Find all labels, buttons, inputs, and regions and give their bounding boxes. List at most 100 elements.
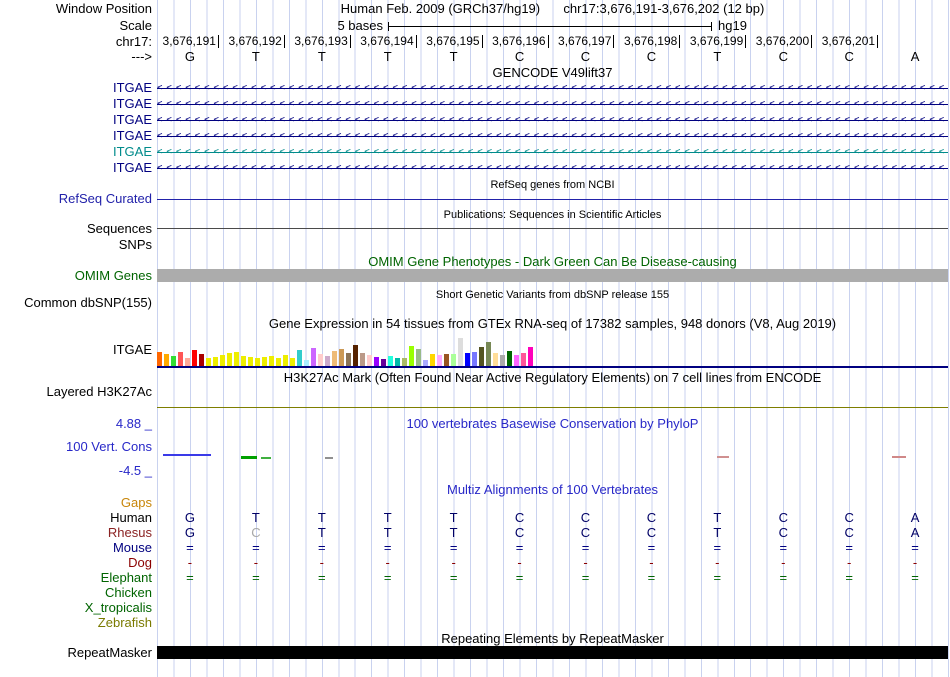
gtex-tissue-bar[interactable] [185,358,190,366]
gtex-tissue-bar[interactable] [416,349,421,366]
phylop-track-label[interactable]: 100 Vert. Cons [0,440,152,454]
gtex-tissue-bar[interactable] [227,353,232,366]
h3k27ac-label[interactable]: Layered H3K27Ac [0,385,152,399]
gtex-tissue-bar[interactable] [374,357,379,366]
gencode-header: GENCODE V49lift37 [492,65,613,80]
gtex-tissue-bar[interactable] [486,342,491,366]
gtex-tissue-bar[interactable] [472,352,477,366]
gtex-tissue-bar[interactable] [402,358,407,366]
gene-track-label[interactable]: ITGAE [0,97,152,111]
gtex-tissue-bar[interactable] [514,355,519,366]
gene-track-label[interactable]: ITGAE [0,113,152,127]
phylop-track[interactable] [157,444,948,468]
gtex-tissue-bar[interactable] [157,352,162,366]
gtex-tissue-bar[interactable] [479,347,484,366]
gene-transcript-row[interactable]: <<<<<<<<<<<<<<<<<<<<<<<<<<<<<<<<<<<<<<<<… [157,163,948,174]
gtex-tissue-bar[interactable] [171,356,176,366]
alignment-base: = [186,570,194,585]
dbsnp-label[interactable]: Common dbSNP(155) [0,296,152,310]
gtex-tissue-bar[interactable] [248,357,253,366]
alignment-row-dog[interactable]: ------------ [157,556,948,570]
gtex-tissue-bar[interactable] [311,348,316,366]
species-label-chicken[interactable]: Chicken [0,586,152,600]
gtex-tissue-bar[interactable] [262,357,267,366]
gtex-tissue-bar[interactable] [192,350,197,366]
gtex-tissue-bar[interactable] [500,355,505,366]
alignment-row-human[interactable]: GTTTTCCCTCCA [157,511,948,525]
alignment-row-elephant[interactable]: = = = = = = = = = = = = [157,571,948,585]
gtex-tissue-bar[interactable] [353,345,358,366]
gtex-tissue-bar[interactable] [241,356,246,366]
gtex-tissue-bar[interactable] [444,354,449,366]
alignment-row-rhesus[interactable]: GCTTTCCCTCCA [157,526,948,540]
gtex-tissue-bar[interactable] [290,358,295,366]
gtex-tissue-bar[interactable] [178,352,183,366]
gtex-tissue-bar[interactable] [339,349,344,366]
alignment-row-mouse[interactable]: = = = = = = = = = = = = [157,541,948,555]
gtex-tissue-bar[interactable] [395,358,400,366]
species-label-gaps[interactable]: Gaps [0,496,152,510]
alignment-base: T [383,510,392,525]
gtex-tissue-bar[interactable] [255,358,260,366]
gene-track-label[interactable]: ITGAE [0,129,152,143]
repeatmasker-bar[interactable] [157,646,948,659]
gtex-tissue-bar[interactable] [360,353,365,366]
snps-label[interactable]: SNPs [0,238,152,252]
species-label-zebrafish[interactable]: Zebrafish [0,616,152,630]
gene-transcript-row[interactable]: <<<<<<<<<<<<<<<<<<<<<<<<<<<<<<<<<<<<<<<<… [157,147,948,158]
sequences-line[interactable] [157,228,948,229]
sequences-label[interactable]: Sequences [0,222,152,236]
gtex-tissue-bar[interactable] [346,353,351,366]
gene-track-label[interactable]: ITGAE [0,145,152,159]
genome-browser-image[interactable]: Window Position Human Feb. 2009 (GRCh37/… [0,0,950,677]
gtex-tissue-bar[interactable] [213,357,218,366]
gtex-tissue-bar[interactable] [318,354,323,366]
gtex-tissue-bar[interactable] [206,358,211,366]
gtex-tissue-bar[interactable] [199,354,204,366]
species-label-human[interactable]: Human [0,511,152,525]
gtex-tissue-bar[interactable] [234,352,239,366]
ruler-row[interactable]: 3,676,191 3,676,192 3,676,193 3,676,194 3,67… [157,35,948,48]
gtex-tissue-bar[interactable] [493,353,498,366]
refseq-curated-line[interactable] [157,199,948,200]
gtex-tissue-bar[interactable] [521,353,526,366]
gtex-tissue-bar[interactable] [458,338,463,366]
gtex-tissue-bar[interactable] [381,359,386,366]
gtex-tissue-bar[interactable] [430,354,435,366]
gtex-tissue-bar[interactable] [528,347,533,366]
gtex-tissue-bar[interactable] [283,355,288,366]
gtex-tissue-bar[interactable] [276,358,281,366]
gtex-tissue-bar[interactable] [507,351,512,366]
gtex-gene-label[interactable]: ITGAE [0,343,152,357]
refseq-curated-label[interactable]: RefSeq Curated [0,192,152,206]
gtex-tissue-bar[interactable] [388,356,393,366]
omim-bar[interactable] [157,269,948,282]
species-label-mouse[interactable]: Mouse [0,541,152,555]
species-label-x_tropicalis[interactable]: X_tropicalis [0,601,152,615]
gene-transcript-row[interactable]: <<<<<<<<<<<<<<<<<<<<<<<<<<<<<<<<<<<<<<<<… [157,83,948,94]
gtex-tissue-bar[interactable] [367,355,372,366]
gtex-tissue-bar[interactable] [451,354,456,366]
omim-genes-label[interactable]: OMIM Genes [0,269,152,283]
gtex-bars[interactable] [157,334,948,366]
gene-transcript-row[interactable]: <<<<<<<<<<<<<<<<<<<<<<<<<<<<<<<<<<<<<<<<… [157,131,948,142]
gtex-tissue-bar[interactable] [332,351,337,366]
gene-track-label[interactable]: ITGAE [0,81,152,95]
species-label-elephant[interactable]: Elephant [0,571,152,585]
species-label-rhesus[interactable]: Rhesus [0,526,152,540]
gtex-tissue-bar[interactable] [164,354,169,366]
gene-track-label[interactable]: ITGAE [0,161,152,175]
species-label-dog[interactable]: Dog [0,556,152,570]
gtex-tissue-bar[interactable] [465,353,470,366]
gtex-tissue-bar[interactable] [409,346,414,366]
gtex-tissue-bar[interactable] [325,356,330,366]
gtex-tissue-bar[interactable] [437,355,442,366]
repeatmasker-label[interactable]: RepeatMasker [0,646,152,660]
gtex-tissue-bar[interactable] [297,350,302,366]
alignment-base: - [517,555,522,570]
gene-transcript-row[interactable]: <<<<<<<<<<<<<<<<<<<<<<<<<<<<<<<<<<<<<<<<… [157,115,948,126]
h3k27ac-line[interactable] [157,407,948,408]
gtex-tissue-bar[interactable] [220,355,225,366]
gtex-tissue-bar[interactable] [269,356,274,366]
gene-transcript-row[interactable]: <<<<<<<<<<<<<<<<<<<<<<<<<<<<<<<<<<<<<<<<… [157,99,948,110]
